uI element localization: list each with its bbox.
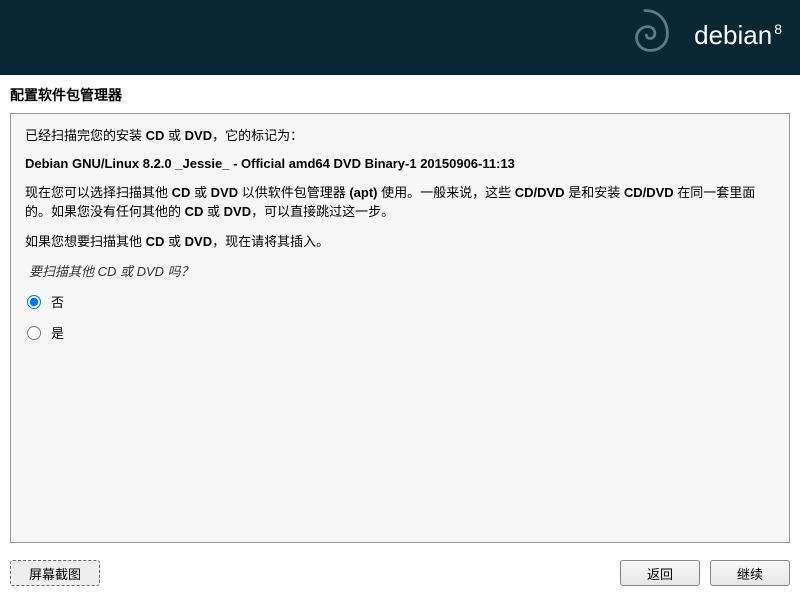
- content-panel: 已经扫描完您的安装 CD 或 DVD，它的标记为： Debian GNU/Lin…: [10, 113, 790, 543]
- screenshot-button[interactable]: 屏幕截图: [10, 560, 100, 586]
- continue-button[interactable]: 继续: [710, 560, 790, 586]
- radio-yes-label[interactable]: 是: [51, 323, 64, 342]
- radio-option-yes[interactable]: 是: [25, 319, 775, 346]
- radio-option-no[interactable]: 否: [25, 288, 775, 315]
- radio-yes-input[interactable]: [27, 326, 41, 340]
- back-button[interactable]: 返回: [620, 560, 700, 586]
- radio-no-label[interactable]: 否: [51, 292, 64, 311]
- footer-right-group: 返回 继续: [620, 560, 790, 586]
- brand-version: 8: [774, 21, 782, 37]
- banner-header: debian8: [0, 0, 800, 75]
- page-title: 配置软件包管理器: [0, 75, 800, 113]
- intro-paragraph: 已经扫描完您的安装 CD 或 DVD，它的标记为：: [25, 126, 775, 146]
- brand-name: debian: [694, 20, 772, 50]
- brand-text: debian8: [694, 20, 782, 51]
- question-text: 要扫描其他 CD 或 DVD 吗？: [25, 261, 775, 280]
- footer-bar: 屏幕截图 返回 继续: [10, 560, 790, 586]
- debian-swirl-icon: [610, 0, 680, 70]
- description-paragraph-1: 现在您可以选择扫描其他 CD 或 DVD 以供软件包管理器 (apt) 使用。一…: [25, 183, 775, 222]
- media-label: Debian GNU/Linux 8.2.0 _Jessie_ - Offici…: [25, 156, 775, 171]
- description-paragraph-2: 如果您想要扫描其他 CD 或 DVD，现在请将其插入。: [25, 232, 775, 252]
- radio-no-input[interactable]: [27, 295, 41, 309]
